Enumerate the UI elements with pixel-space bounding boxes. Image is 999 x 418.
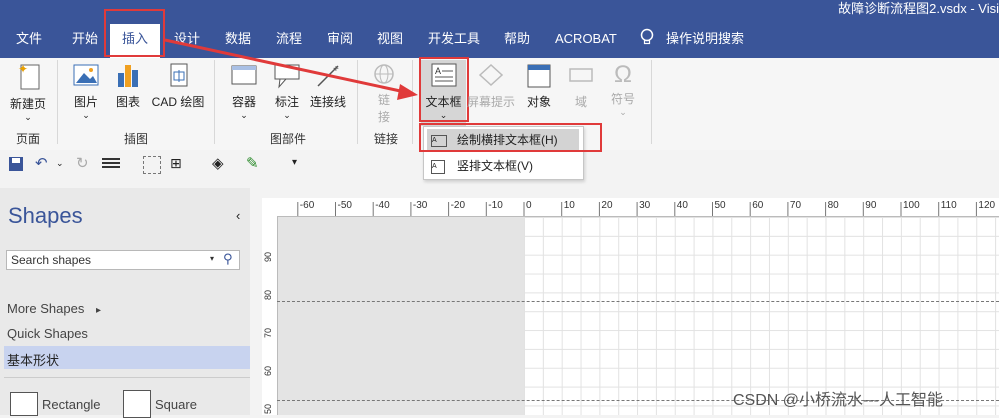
ruler-label: 50 bbox=[714, 200, 726, 211]
vertical-ruler bbox=[262, 216, 278, 415]
ruler-label: 20 bbox=[601, 200, 613, 211]
horizontal-textbox-highlight bbox=[419, 123, 602, 152]
ruler-label: -10 bbox=[488, 200, 503, 211]
ruler-label: 70 bbox=[789, 200, 802, 211]
ruler-label: 80 bbox=[263, 289, 274, 301]
ruler-label: 90 bbox=[865, 200, 877, 211]
customize-toolbar-icon[interactable]: ▾ bbox=[292, 157, 297, 168]
ruler-label: -20 bbox=[450, 200, 466, 211]
ruler-label: 10 bbox=[563, 200, 575, 211]
ruler-label: 110 bbox=[940, 200, 957, 211]
search-icon[interactable]: ⚲ bbox=[223, 251, 233, 267]
align-icon[interactable]: ⊞ bbox=[170, 155, 182, 172]
redo-icon[interactable]: ↻ bbox=[76, 154, 89, 172]
rectangle-shape-label: Rectangle bbox=[42, 397, 101, 412]
ruler-label: 120 bbox=[978, 200, 996, 211]
ruler-label: -40 bbox=[375, 200, 390, 211]
ruler-label: 0 bbox=[526, 200, 532, 211]
ruler-label: -30 bbox=[412, 200, 428, 211]
ruler-label: 100 bbox=[903, 200, 920, 211]
search-input[interactable]: Search shapes ▾ ⚲ bbox=[6, 250, 240, 270]
ruler-label: 60 bbox=[263, 365, 274, 377]
quick-shapes-item[interactable]: Quick Shapes bbox=[7, 326, 88, 341]
chevron-down-icon[interactable]: ⌄ bbox=[56, 158, 64, 169]
shapes-pane-title: Shapes bbox=[8, 203, 83, 228]
fill-color-icon[interactable]: ◈ bbox=[212, 154, 224, 172]
collapse-pane-icon[interactable]: ‹ bbox=[236, 208, 240, 223]
square-shape-icon[interactable] bbox=[123, 390, 151, 418]
search-placeholder: Search shapes bbox=[11, 253, 92, 267]
chevron-right-icon: ▸ bbox=[95, 305, 101, 316]
divider bbox=[4, 377, 250, 378]
ruler-label: 80 bbox=[827, 200, 839, 211]
ruler-label: 50 bbox=[263, 403, 274, 415]
line-color-icon[interactable]: ✎ bbox=[246, 154, 259, 172]
watermark-text: CSDN @小桥流水---人工智能 bbox=[733, 392, 944, 409]
more-shapes-item[interactable]: More Shapes ▸ bbox=[7, 301, 101, 316]
line-weight-icon[interactable] bbox=[102, 157, 120, 169]
ruler-label: 40 bbox=[676, 200, 688, 211]
ruler-corner bbox=[262, 198, 277, 216]
ruler-label: 70 bbox=[263, 327, 274, 339]
vertical-textbox-icon: A bbox=[431, 159, 445, 174]
page-break-line bbox=[277, 301, 999, 302]
undo-icon[interactable]: ↶ bbox=[35, 154, 48, 172]
ruler-label: -50 bbox=[337, 200, 352, 211]
ruler-label: 90 bbox=[263, 251, 274, 263]
rectangle-shape-icon[interactable] bbox=[10, 392, 38, 416]
ruler-label: 60 bbox=[752, 200, 764, 211]
chevron-down-icon[interactable]: ▾ bbox=[210, 254, 214, 263]
select-area-icon[interactable] bbox=[143, 156, 161, 174]
ruler-label: 30 bbox=[639, 200, 651, 211]
basic-shapes-item[interactable]: 基本形状 bbox=[7, 350, 59, 369]
menu-item-vertical-textbox[interactable]: A 竖排文本框(V) bbox=[427, 155, 579, 177]
square-shape-label: Square bbox=[155, 397, 197, 412]
save-icon[interactable] bbox=[8, 156, 24, 172]
ruler-label: -60 bbox=[299, 200, 315, 211]
